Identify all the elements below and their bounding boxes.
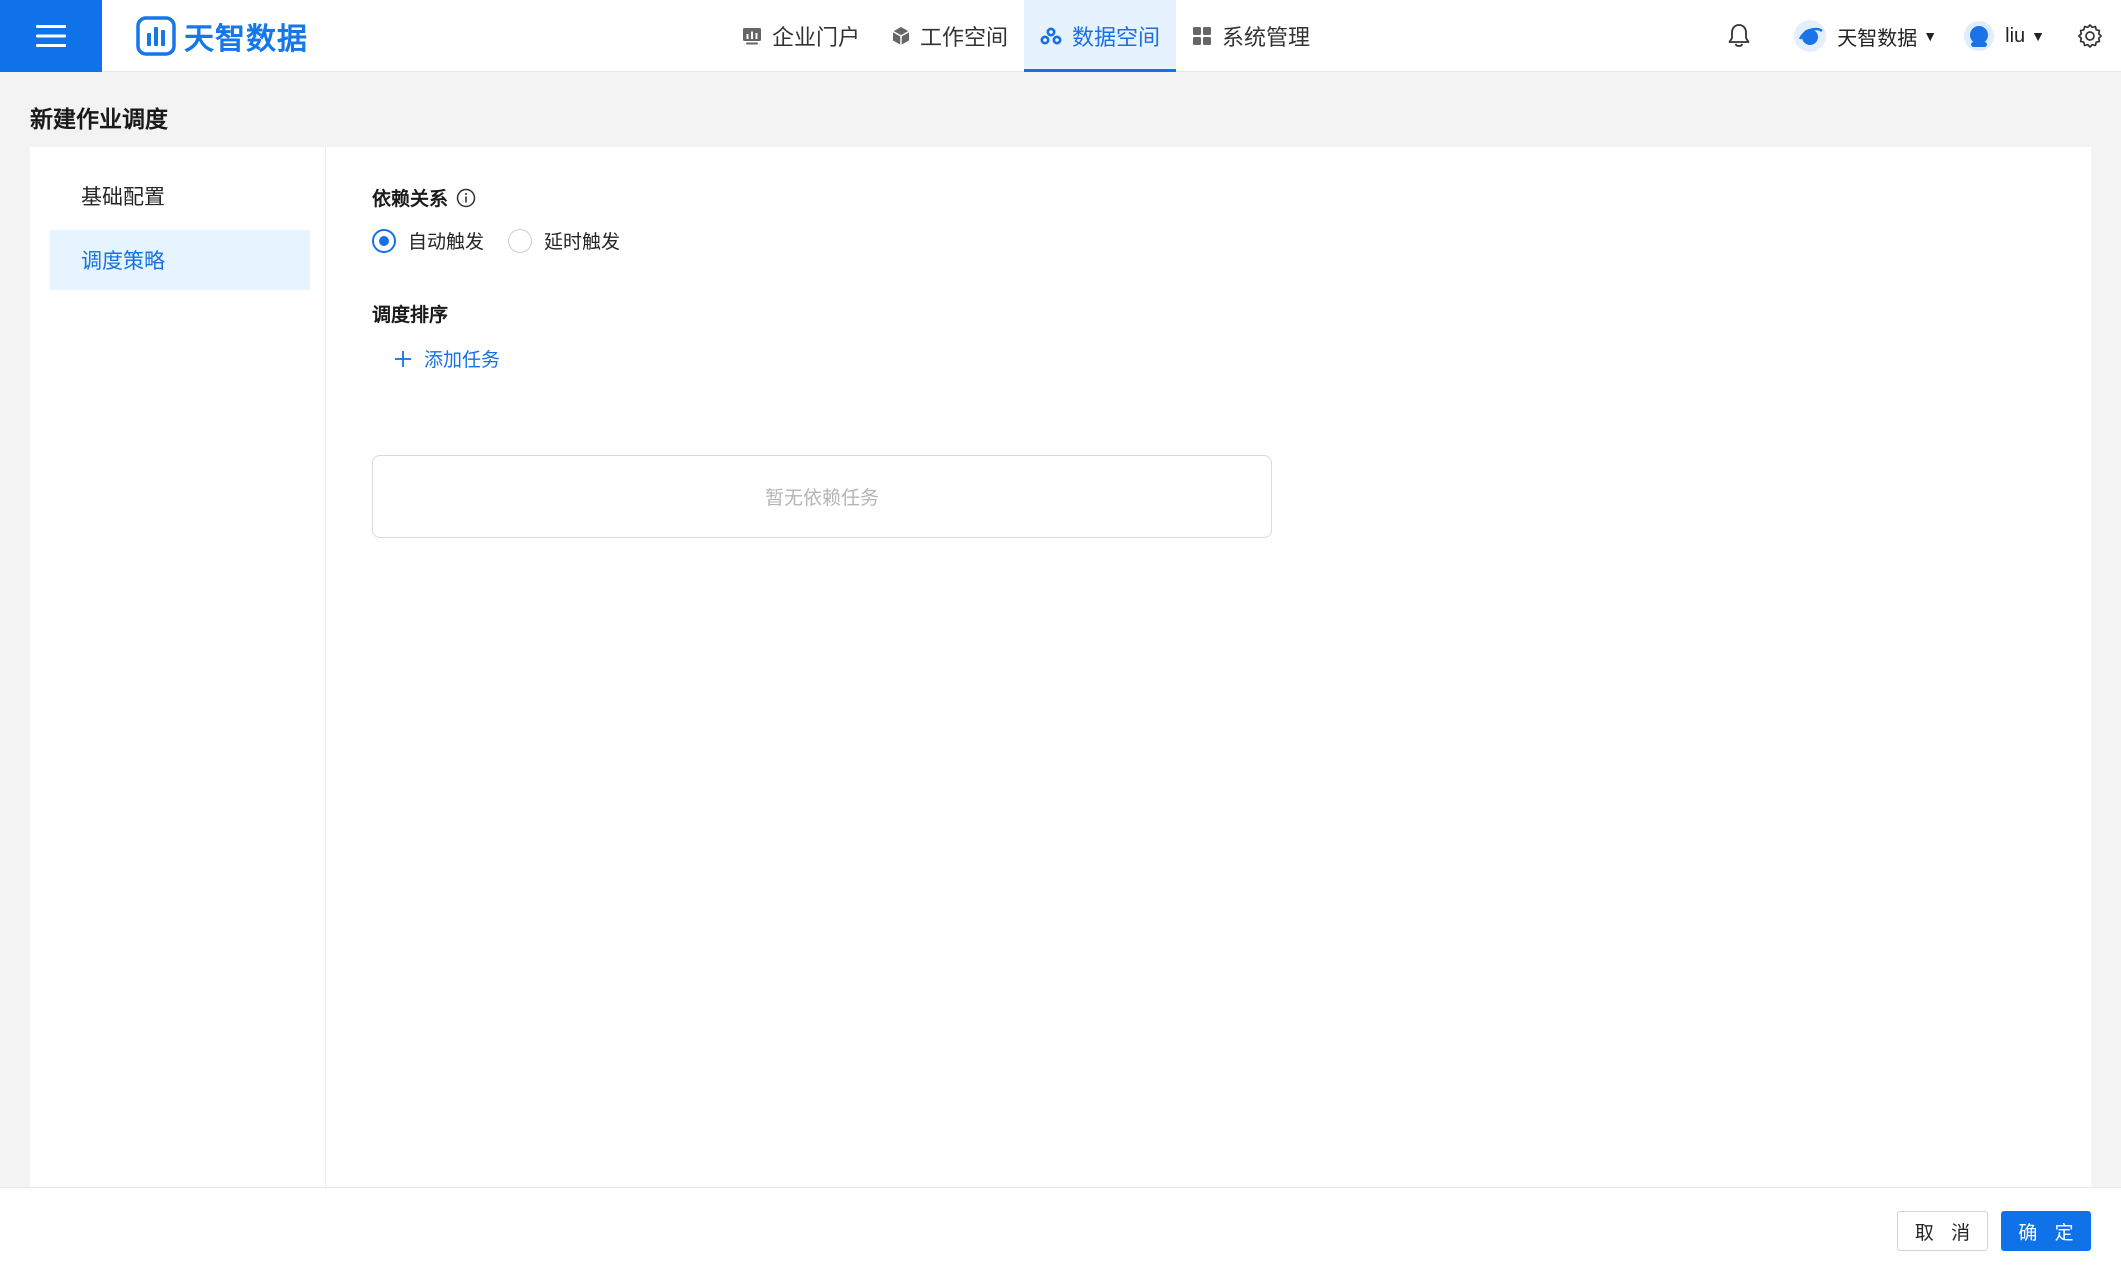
empty-state-text: 暂无依赖任务 [764,488,879,509]
nav-item-portal[interactable]: 企业门户 [726,0,876,72]
menu-toggle-button[interactable] [0,0,102,72]
radio-label: 延时触发 [544,232,621,253]
user-avatar-icon [1964,21,1995,51]
form-card: 基础配置 调度策略 依赖关系 自动触发 延时触发 调度排序 添加任务 暂无依赖任… [30,147,2091,1187]
trigger-radio-group: 自动触发 延时触发 [372,227,644,254]
schedule-order-label: 调度排序 [372,305,449,326]
cancel-button[interactable]: 取 消 [1897,1211,1988,1251]
organization-name: 天智数据 [1837,27,1918,50]
sidebar-item-basic-config[interactable]: 基础配置 [50,166,310,226]
nav-item-data-space[interactable]: 数据空间 [1024,0,1177,72]
bell-icon [1728,24,1750,47]
config-sidebar: 基础配置 调度策略 [30,147,326,1187]
caret-down-icon: ▼ [1923,28,1938,44]
nav-item-workspace[interactable]: 工作空间 [876,0,1024,72]
brand-name: 天智数据 [184,23,308,56]
apps-grid-icon [1193,27,1212,45]
add-task-button[interactable]: 添加任务 [394,345,500,372]
cluster-icon [1040,27,1062,45]
radio-auto-trigger[interactable]: 自动触发 [372,227,484,254]
gear-icon [2078,24,2102,48]
dependency-section-label: 依赖关系 [372,184,476,211]
organization-switcher[interactable]: 天智数据 ▼ [1793,19,1937,53]
dependency-label: 依赖关系 [372,189,449,210]
top-bar: 天智数据 企业门户 工作空间 数据空间 系统管理 天智数据 ▼ liu ▼ [0,0,2121,72]
nav-label: 数据空间 [1072,25,1161,50]
nav-label: 工作空间 [920,25,1009,50]
radio-label: 自动触发 [408,232,485,253]
caret-down-icon: ▼ [2031,28,2045,44]
dashboard-icon [743,28,761,45]
confirm-button[interactable]: 确 定 [2001,1211,2091,1251]
strategy-panel: 依赖关系 自动触发 延时触发 调度排序 添加任务 暂无依赖任务 [326,147,2091,1187]
nav-label: 系统管理 [1222,25,1311,50]
info-icon[interactable] [456,188,476,208]
username: liu [2005,24,2026,47]
add-task-label: 添加任务 [424,350,501,371]
footer-actions: 取 消 确 定 [0,1187,2121,1272]
brand-logo[interactable]: 天智数据 [136,14,308,58]
cube-icon [892,27,910,45]
hamburger-menu-icon [36,25,66,47]
nav-item-system-admin[interactable]: 系统管理 [1176,0,1326,72]
user-menu[interactable]: liu ▼ [1963,20,2045,52]
notifications-button[interactable] [1727,23,1751,49]
main-nav: 企业门户 工作空间 数据空间 系统管理 [726,0,1326,72]
radio-delayed-trigger[interactable]: 延时触发 [508,227,620,254]
sidebar-item-schedule-strategy[interactable]: 调度策略 [50,230,310,290]
radio-button-unchecked[interactable] [508,228,533,253]
plus-icon [395,350,411,367]
settings-button[interactable] [2077,23,2103,49]
nav-label: 企业门户 [772,25,861,50]
header-tools: 天智数据 ▼ liu ▼ [1727,0,2121,72]
dependency-task-list: 暂无依赖任务 [372,455,1272,538]
radio-button-checked[interactable] [372,228,396,253]
brand-logo-icon [136,16,176,56]
organization-avatar-icon [1794,20,1827,52]
page-title: 新建作业调度 [30,106,168,132]
